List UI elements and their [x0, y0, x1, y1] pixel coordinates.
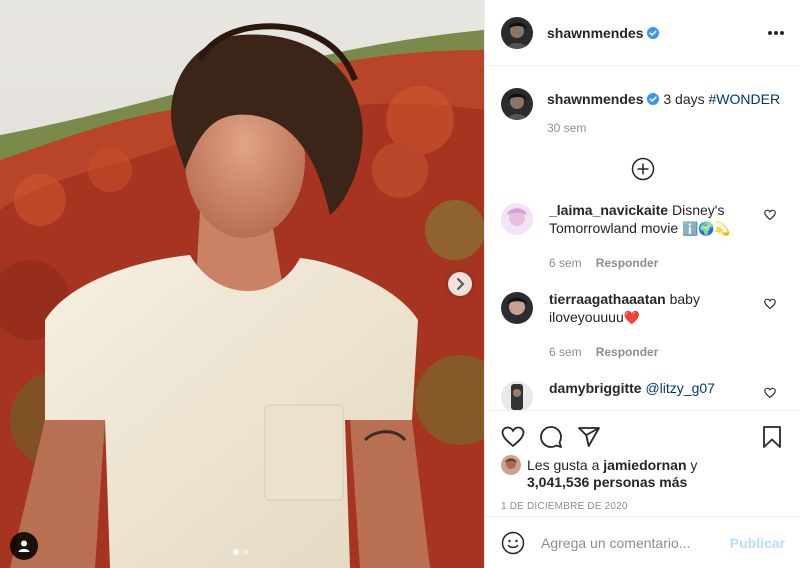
avatar[interactable] [501, 16, 533, 49]
tagged-users-button[interactable] [10, 532, 38, 560]
verified-badge-icon [647, 26, 660, 39]
comment-emojis: ℹ️🌍💫 [682, 221, 731, 236]
liker-avatar-icon [501, 455, 521, 475]
user-tag-icon [18, 540, 30, 552]
reply-button[interactable]: Responder [596, 343, 659, 361]
post-sidebar: shawnmendes shawnmendes 3 days #WONDER 3… [484, 0, 800, 568]
comment-item: _laima_navickaite Disney's Tomorrowland … [501, 201, 784, 272]
like-comment-heart-icon[interactable] [764, 387, 776, 399]
comment-username[interactable]: tierraagathaaatan [549, 291, 666, 307]
avatar[interactable] [501, 88, 533, 120]
caption-username[interactable]: shawnmendes [547, 91, 643, 107]
next-slide-button[interactable] [448, 272, 472, 296]
comment-username[interactable]: _laima_navickaite [549, 202, 668, 218]
carousel-dot [243, 549, 249, 555]
more-dot [780, 30, 784, 35]
header-username[interactable]: shawnmendes [547, 25, 643, 41]
post-caption: shawnmendes 3 days #WONDER 30 sem [501, 88, 784, 135]
likes-count[interactable]: 3,041,536 personas más [527, 474, 687, 490]
post-photo[interactable] [0, 0, 484, 568]
comments-section[interactable]: shawnmendes 3 days #WONDER 30 sem _laima… [485, 66, 800, 410]
comment-body: damybriggitte @litzy_g07 [549, 379, 759, 410]
photo-scene [0, 0, 484, 568]
profile-avatar-icon [501, 16, 533, 49]
comment-mention[interactable]: @litzy_g07 [645, 380, 714, 396]
caption-body: 3 days [659, 91, 709, 107]
likes-summary: Les gusta a jamiedornan y 3,041,536 pers… [501, 455, 784, 491]
carousel-dots [233, 549, 249, 555]
more-dot [774, 30, 778, 35]
like-heart-icon[interactable] [501, 425, 525, 449]
instagram-post: shawnmendes shawnmendes 3 days #WONDER 3… [0, 0, 800, 568]
comment-body: _laima_navickaite Disney's Tomorrowland … [549, 201, 759, 272]
likes-prefix: Les gusta a [527, 457, 604, 473]
emoji-smiley-icon[interactable] [501, 531, 525, 555]
publish-button[interactable]: Publicar [730, 535, 785, 551]
comment-emojis: ❤️ [623, 310, 640, 325]
comment-bubble-icon[interactable] [539, 425, 563, 449]
load-more-comments-button[interactable] [501, 157, 784, 181]
liker-avatar[interactable] [501, 455, 521, 475]
avatar[interactable] [501, 381, 533, 410]
post-actions: Les gusta a jamiedornan y 3,041,536 pers… [485, 410, 800, 516]
post-header: shawnmendes [485, 0, 800, 66]
comment-item: tierraagathaaatan baby iloveyouuuu❤️ 6 s… [501, 290, 784, 361]
caption-text: shawnmendes 3 days #WONDER [547, 88, 780, 108]
add-comment-bar: Publicar [485, 516, 800, 568]
comment-meta: 6 sem Responder [549, 343, 759, 361]
liker-username[interactable]: jamiedornan [603, 457, 686, 473]
more-dot [768, 30, 772, 35]
avatar[interactable] [501, 203, 533, 235]
caption-hashtag[interactable]: #WONDER [709, 91, 781, 107]
likes-suffix: y [686, 457, 698, 473]
comment-time[interactable]: 6 sem [549, 254, 582, 272]
reply-button[interactable]: Responder [596, 254, 659, 272]
comment-meta: 6 sem Responder [549, 254, 759, 272]
carousel-dot-active [233, 549, 239, 555]
plus-circle-icon [631, 157, 654, 181]
chevron-right-icon [457, 278, 465, 290]
comment-body: tierraagathaaatan baby iloveyouuuu❤️ 6 s… [549, 290, 759, 361]
more-options-button[interactable] [768, 30, 784, 35]
like-comment-heart-icon[interactable] [764, 298, 776, 310]
commenter-avatar-icon [501, 292, 533, 324]
save-bookmark-icon[interactable] [760, 425, 784, 449]
comment-time[interactable]: 6 sem [549, 343, 582, 361]
post-date[interactable]: 1 DE DICIEMBRE DE 2020 [501, 501, 784, 512]
comment-username[interactable]: damybriggitte [549, 380, 642, 396]
comment-input[interactable] [541, 534, 730, 551]
avatar[interactable] [501, 292, 533, 324]
profile-avatar-icon [501, 88, 533, 120]
verified-badge-icon [647, 93, 660, 105]
caption-time[interactable]: 30 sem [547, 121, 780, 135]
comment-item: damybriggitte @litzy_g07 [501, 379, 784, 410]
commenter-avatar-icon [501, 203, 533, 235]
action-icons-row [501, 411, 784, 457]
share-paper-plane-icon[interactable] [577, 425, 601, 449]
like-comment-heart-icon[interactable] [764, 209, 776, 221]
commenter-avatar-icon [501, 381, 533, 410]
